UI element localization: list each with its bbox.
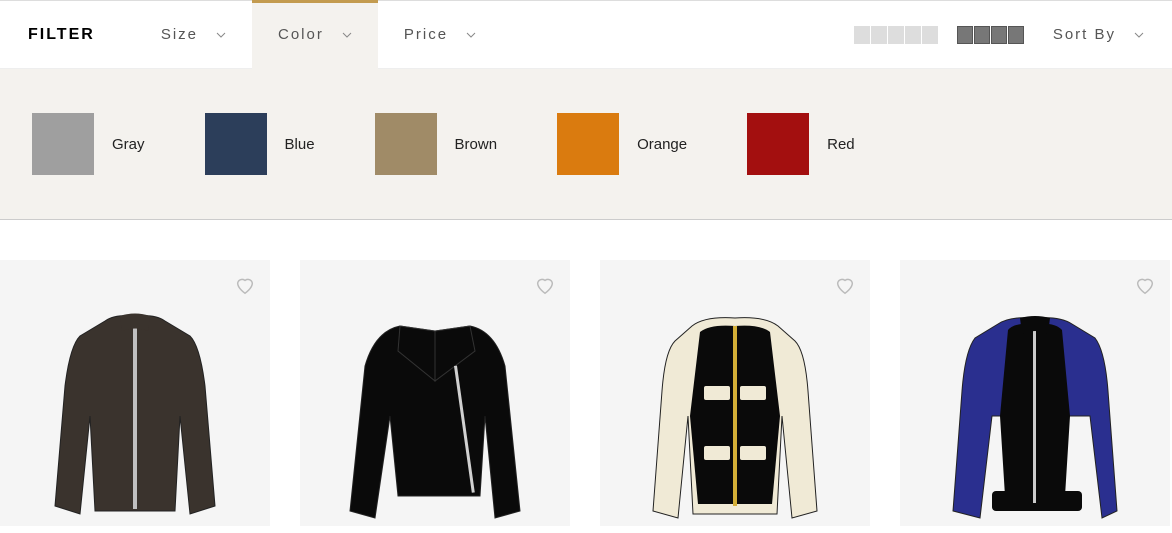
swatch-brown (375, 113, 437, 175)
view-small-grid[interactable] (957, 26, 1025, 44)
swatch-red (747, 113, 809, 175)
swatch-gray (32, 113, 94, 175)
filter-label: FILTER (28, 26, 95, 44)
wishlist-icon[interactable] (834, 274, 856, 296)
color-name: Brown (455, 136, 498, 153)
chevron-down-icon (466, 30, 476, 40)
sort-by-label: Sort By (1053, 26, 1116, 43)
wishlist-icon[interactable] (1134, 274, 1156, 296)
color-name: Blue (285, 136, 315, 153)
product-grid (0, 220, 1172, 526)
product-card[interactable] (600, 260, 870, 526)
filter-price[interactable]: Price (378, 0, 502, 69)
color-option-red[interactable]: Red (747, 113, 855, 175)
color-option-gray[interactable]: Gray (32, 113, 145, 175)
color-option-orange[interactable]: Orange (557, 113, 687, 175)
color-name: Red (827, 136, 855, 153)
sort-by[interactable]: Sort By (1043, 26, 1144, 43)
swatch-blue (205, 113, 267, 175)
filter-color[interactable]: Color (252, 0, 378, 69)
chevron-down-icon (1134, 30, 1144, 40)
chevron-down-icon (216, 30, 226, 40)
product-image (320, 296, 550, 526)
filter-price-label: Price (404, 26, 448, 43)
filter-bar: FILTER Size Color Price Sort By (0, 0, 1172, 69)
color-option-brown[interactable]: Brown (375, 113, 498, 175)
product-image (620, 296, 850, 526)
color-filter-panel: Gray Blue Brown Orange Red (0, 69, 1172, 220)
product-card[interactable] (0, 260, 270, 526)
product-card[interactable] (300, 260, 570, 526)
filter-size-label: Size (161, 26, 198, 43)
product-card[interactable] (900, 260, 1170, 526)
right-tools: Sort By (854, 26, 1144, 44)
color-name: Gray (112, 136, 145, 153)
product-image (920, 296, 1150, 526)
swatch-orange (557, 113, 619, 175)
filter-size[interactable]: Size (135, 0, 252, 69)
filter-color-label: Color (278, 26, 324, 43)
color-option-blue[interactable]: Blue (205, 113, 315, 175)
view-large-grid[interactable] (854, 26, 939, 44)
chevron-down-icon (342, 30, 352, 40)
color-name: Orange (637, 136, 687, 153)
product-image (20, 296, 250, 526)
wishlist-icon[interactable] (534, 274, 556, 296)
wishlist-icon[interactable] (234, 274, 256, 296)
